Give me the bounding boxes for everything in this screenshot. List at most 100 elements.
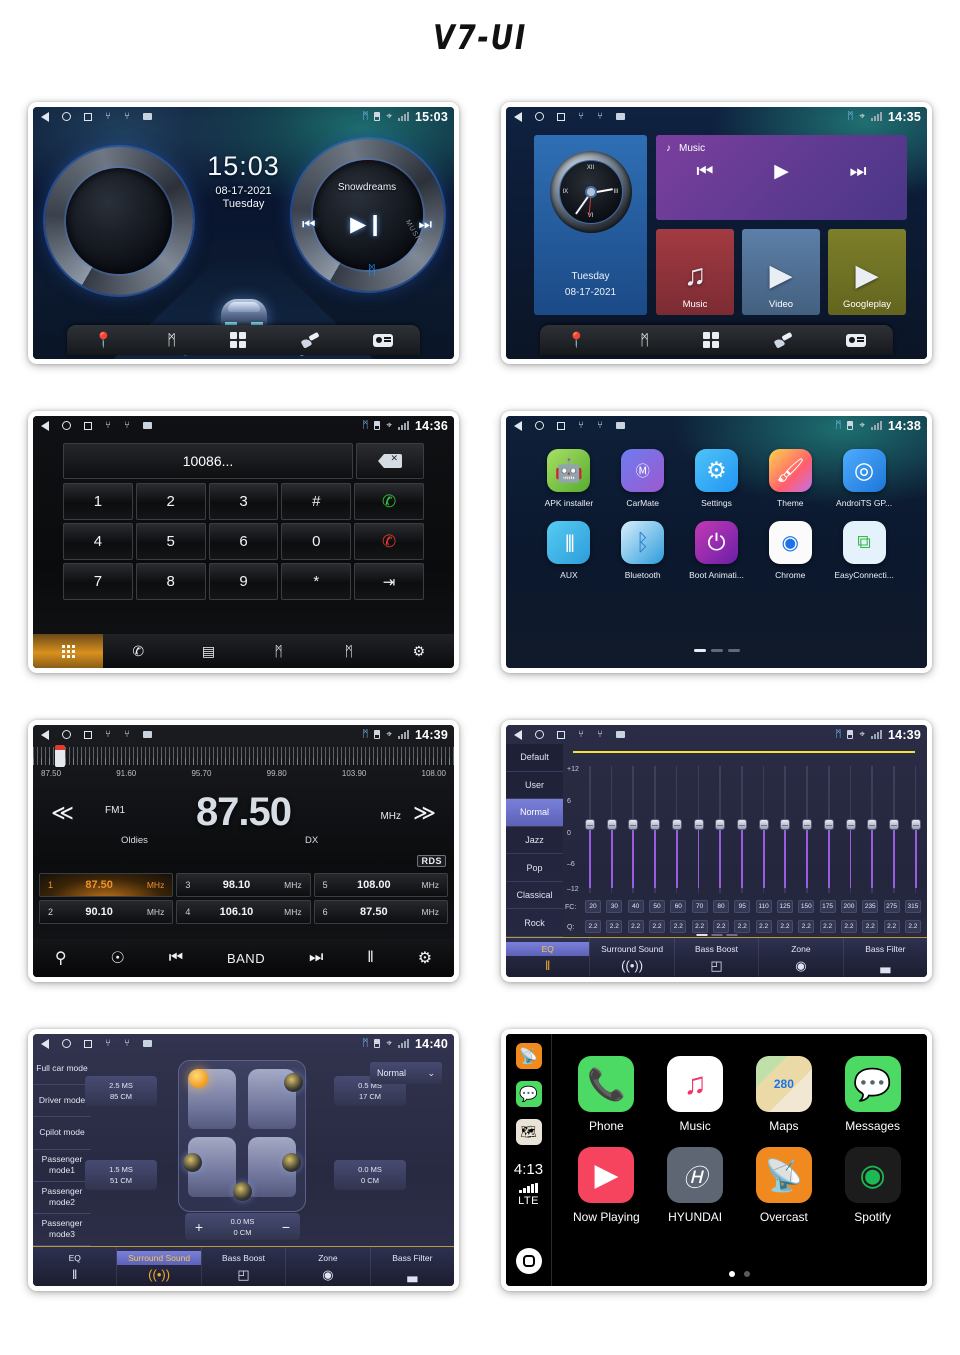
recents-icon[interactable] xyxy=(557,730,565,739)
app-carmate[interactable]: Ⓜ CarMate xyxy=(606,449,680,508)
slider-thumb[interactable] xyxy=(910,819,921,831)
radio-dock-icon[interactable] xyxy=(845,333,866,347)
app-apk-installer[interactable]: 🤖 APK installer xyxy=(532,449,606,508)
recents-icon[interactable] xyxy=(557,112,565,121)
mode-passenger-2[interactable]: Passenger mode2 xyxy=(33,1182,91,1214)
fc-cell[interactable]: 235 xyxy=(862,900,879,913)
slider-thumb[interactable] xyxy=(606,819,617,831)
fc-cell[interactable]: 40 xyxy=(627,900,644,913)
slider-thumb[interactable] xyxy=(780,819,791,831)
eq-preset-default[interactable]: Default xyxy=(506,744,563,772)
app-easyconnection[interactable]: ⧉ EasyConnecti... xyxy=(827,521,901,580)
home-icon[interactable] xyxy=(535,112,544,121)
eq-preset-jazz[interactable]: Jazz xyxy=(506,827,563,855)
eq-slider-200[interactable] xyxy=(845,766,856,893)
carplay-home-button[interactable] xyxy=(515,1248,542,1274)
tab-surround-sound[interactable]: Surround Sound ((•)) xyxy=(117,1247,202,1286)
prev-station-icon[interactable]: ⏮ xyxy=(169,949,183,967)
fc-cell[interactable]: 275 xyxy=(883,900,900,913)
back-icon[interactable] xyxy=(41,111,49,122)
eq-slider-235[interactable] xyxy=(867,766,878,893)
fc-cell[interactable]: 150 xyxy=(798,900,815,913)
back-icon[interactable] xyxy=(514,111,522,122)
surround-mode-list[interactable]: Full car mode Driver mode Cpilot mode Pa… xyxy=(33,1053,91,1247)
eq-preset-list[interactable]: Default User Normal Jazz Pop Classical R… xyxy=(506,744,563,938)
tuning-needle[interactable] xyxy=(55,745,65,767)
fc-cell[interactable]: 125 xyxy=(776,900,793,913)
slider-thumb[interactable] xyxy=(802,819,813,831)
panel-carplay[interactable]: 📡 💬 🗺 4:13 LTE 📞 Phone ♫ Music 280 Maps … xyxy=(501,1029,932,1291)
mode-passenger-3[interactable]: Passenger mode3 xyxy=(33,1214,91,1247)
q-cell[interactable]: 2.2 xyxy=(712,920,729,933)
key-8[interactable]: 8 xyxy=(135,563,206,600)
panel-surround-sound[interactable]: ⑂ ⑂ ᛗ ⌖ 14:40 Full car mode Driver mode … xyxy=(28,1029,459,1291)
eq-slider-275[interactable] xyxy=(889,766,900,893)
slider-thumb[interactable] xyxy=(585,819,595,831)
q-cell[interactable]: 2.2 xyxy=(670,920,687,933)
nav-call-log[interactable]: ✆ xyxy=(103,634,173,668)
eq-slider-125[interactable] xyxy=(780,766,791,893)
q-cell[interactable]: 2.2 xyxy=(819,920,836,933)
q-cell[interactable]: 2.2 xyxy=(585,920,601,933)
analog-clock-widget[interactable]: XII III VI IX Tuesday 08-17-2021 xyxy=(534,135,647,315)
bluetooth-dock-icon[interactable]: ᛗ xyxy=(167,333,176,348)
search-icon[interactable]: ⚲ xyxy=(55,948,67,968)
key-3[interactable]: 3 xyxy=(208,483,279,520)
subwoofer-delay-stepper[interactable]: + 0.0 MS 0 CM − xyxy=(185,1213,300,1240)
preset-4[interactable]: 4 106.10 MHz xyxy=(176,900,311,924)
radio-dock-icon[interactable] xyxy=(372,333,393,347)
backspace-button[interactable] xyxy=(356,443,424,479)
carplay-app-now-playing[interactable]: ▶ Now Playing xyxy=(562,1147,651,1224)
next-track-icon[interactable]: ⏭ xyxy=(850,161,867,183)
nav-keypad[interactable] xyxy=(33,634,104,668)
next-track-icon[interactable]: ⏭ xyxy=(418,216,432,233)
eq-preset-normal[interactable]: Normal xyxy=(506,799,563,827)
back-icon[interactable] xyxy=(514,420,522,431)
home-icon[interactable] xyxy=(535,421,544,430)
theme-brush-icon[interactable] xyxy=(774,333,792,347)
call-button[interactable]: ✆ xyxy=(354,483,424,520)
preset-list[interactable]: 1 87.50 MHz 3 98.10 MHz 5 108.00 MHz 2 9… xyxy=(39,873,448,924)
mode-driver[interactable]: Driver mode xyxy=(33,1085,91,1118)
phone-number-display[interactable]: 10086... xyxy=(63,443,353,479)
eq-slider-80[interactable] xyxy=(715,766,726,893)
eq-preset-classical[interactable]: Classical xyxy=(506,882,563,910)
eq-slider-110[interactable] xyxy=(758,766,769,893)
prev-track-icon[interactable]: ⏮ xyxy=(696,161,713,183)
local-dx-icon[interactable]: ☉ xyxy=(111,948,125,968)
gear-icon[interactable]: ⚙ xyxy=(418,948,432,968)
q-cell[interactable]: 2.2 xyxy=(606,920,623,933)
q-cell[interactable]: 2.2 xyxy=(755,920,772,933)
increase-button[interactable]: + xyxy=(185,1219,213,1235)
back-icon[interactable] xyxy=(514,729,522,740)
key-star[interactable]: * xyxy=(281,563,352,600)
page-dot-3[interactable] xyxy=(726,933,737,936)
eq-preset-pop[interactable]: Pop xyxy=(506,854,563,882)
delay-rear-left[interactable]: 1.5 MS 51 CM xyxy=(85,1160,157,1190)
end-call-button[interactable]: ✆ xyxy=(354,523,424,560)
recents-icon[interactable] xyxy=(84,421,92,430)
carplay-app-messages[interactable]: 💬 Messages xyxy=(828,1056,917,1133)
carplay-app-spotify[interactable]: ◉ Spotify xyxy=(828,1147,917,1224)
music-widget-controls[interactable]: ⏮ ▶ ⏭ xyxy=(666,160,897,183)
key-6[interactable]: 6 xyxy=(208,523,279,560)
eq-slider-20[interactable] xyxy=(585,766,595,893)
page-dot-1[interactable] xyxy=(729,1271,735,1277)
home-dock[interactable]: 📍 ᛗ xyxy=(540,325,893,355)
fc-row[interactable]: 20 30 40 50 60 70 80 95 110 125 150 175 200 235 275 315 xyxy=(585,900,921,913)
eq-preset-rock[interactable]: Rock xyxy=(506,909,563,938)
recents-icon[interactable] xyxy=(84,1039,92,1048)
slider-thumb[interactable] xyxy=(889,819,900,831)
q-cell[interactable]: 2.2 xyxy=(627,920,644,933)
preset-1[interactable]: 1 87.50 MHz xyxy=(39,873,174,897)
home-dock[interactable]: 📍 ᛗ xyxy=(67,325,420,355)
keypad[interactable]: 1 2 3 # ✆ 4 5 6 0 ✆ 7 8 9 * ⇥ xyxy=(63,483,424,600)
key-9[interactable]: 9 xyxy=(208,563,279,600)
delay-rear-right[interactable]: 0.0 MS 0 CM xyxy=(334,1160,406,1190)
fc-cell[interactable]: 80 xyxy=(712,900,729,913)
eq-slider-150[interactable] xyxy=(802,766,813,893)
back-icon[interactable] xyxy=(41,729,49,740)
home-icon[interactable] xyxy=(62,1039,71,1048)
q-cell[interactable]: 2.2 xyxy=(840,920,857,933)
slider-thumb[interactable] xyxy=(715,819,726,831)
